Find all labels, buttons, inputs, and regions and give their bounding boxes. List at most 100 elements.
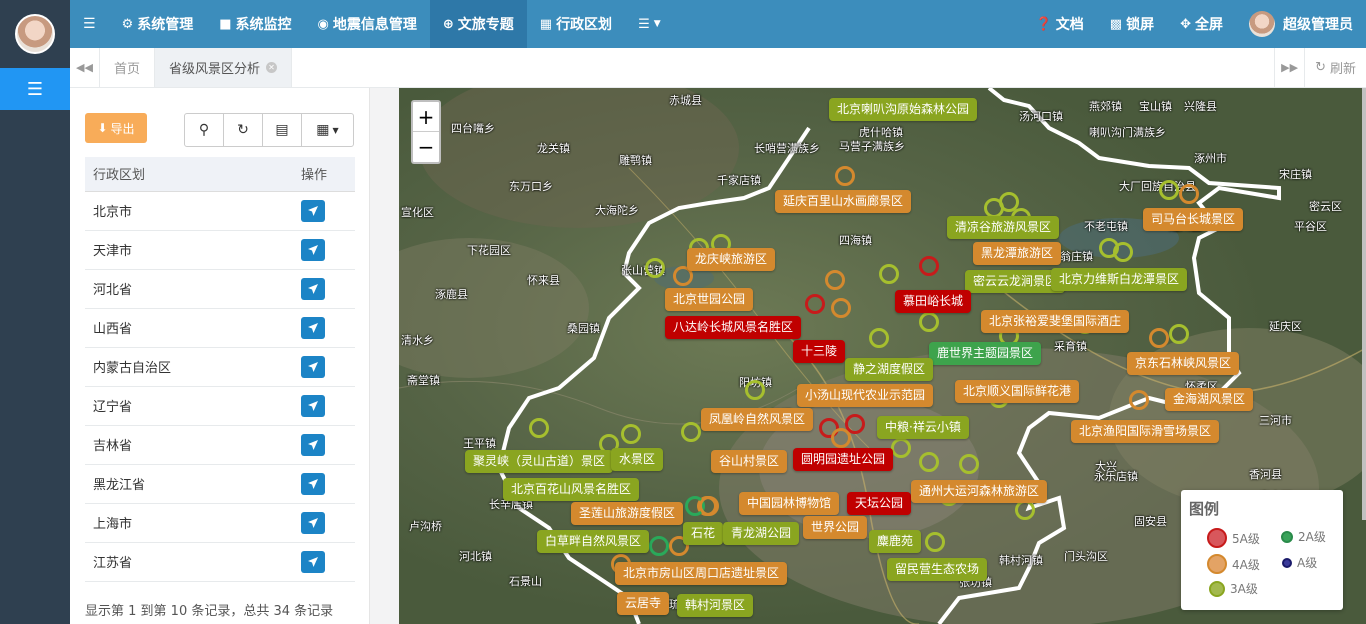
scenic-area-label[interactable]: 黑龙潭旅游区: [973, 242, 1062, 265]
nav-item-system-admin[interactable]: ⚙ 系统管理: [109, 0, 207, 48]
locate-button[interactable]: [301, 199, 325, 222]
export-button[interactable]: ⬇ 导出: [85, 113, 147, 143]
scenic-area-label[interactable]: 水景区: [611, 448, 664, 471]
locate-button[interactable]: [301, 433, 325, 456]
scenic-marker[interactable]: [649, 536, 669, 556]
scenic-area-label[interactable]: 聚灵峡（灵山古道）景区: [465, 450, 614, 473]
scenic-marker[interactable]: [529, 418, 549, 438]
zoom-out-button[interactable]: −: [413, 132, 439, 162]
scenic-marker[interactable]: [984, 198, 1004, 218]
nav-item-admin-division[interactable]: ▦ 行政区划: [527, 0, 625, 48]
scenic-area-label[interactable]: 小汤山现代农业示范园: [797, 384, 934, 407]
scenic-area-label[interactable]: 金海湖风景区: [1165, 388, 1254, 411]
scenic-area-label[interactable]: 延庆百里山水画廊景区: [775, 190, 912, 213]
nav-toggle-button[interactable]: ☰: [70, 0, 109, 48]
scenic-marker[interactable]: [825, 270, 845, 290]
table-refresh-button[interactable]: ↻: [224, 114, 263, 146]
scenic-area-label[interactable]: 白草畔自然风景区: [537, 530, 650, 553]
scenic-marker[interactable]: [831, 428, 851, 448]
scenic-marker[interactable]: [1169, 324, 1189, 344]
scenic-area-label[interactable]: 司马台长城景区: [1143, 208, 1244, 231]
scenic-area-label[interactable]: 北京喇叭沟原始森林公园: [829, 98, 978, 121]
toggle-view-button[interactable]: ▤: [263, 114, 302, 146]
scenic-area-label[interactable]: 凤凰岭自然风景区: [701, 408, 814, 431]
tabs-scroll-right-button[interactable]: ▶▶: [1274, 48, 1304, 87]
scenic-marker[interactable]: [919, 312, 939, 332]
scenic-marker[interactable]: [891, 438, 911, 458]
column-header-region[interactable]: 行政区划: [85, 157, 293, 192]
scenic-area-label[interactable]: 中粮·祥云小镇: [877, 416, 969, 439]
scenic-area-label[interactable]: 龙庆峡旅游区: [687, 248, 776, 271]
tab-home[interactable]: 首页: [100, 48, 156, 87]
scenic-marker[interactable]: [1113, 242, 1133, 262]
scenic-area-label[interactable]: 圣莲山旅游度假区: [571, 502, 684, 525]
scenic-area-label[interactable]: 天坛公园: [847, 492, 912, 515]
scenic-marker[interactable]: [745, 380, 765, 400]
scenic-area-label[interactable]: 云居寺: [617, 592, 670, 615]
columns-button[interactable]: ▦ ▼: [302, 114, 353, 146]
nav-item-system-monitor[interactable]: ■ 系统监控: [206, 0, 304, 48]
scenic-marker[interactable]: [621, 424, 641, 444]
search-button[interactable]: ⚲: [185, 114, 224, 146]
scenic-area-label[interactable]: 麋鹿苑: [869, 530, 922, 553]
page-scrollbar[interactable]: [1362, 88, 1366, 520]
tabs-scroll-left-button[interactable]: ◀◀: [70, 48, 100, 87]
nav-item-earthquake[interactable]: ◉ 地震信息管理: [305, 0, 430, 48]
scenic-area-label[interactable]: 静之湖度假区: [845, 358, 934, 381]
scenic-area-label[interactable]: 北京渔阳国际滑雪场景区: [1071, 420, 1220, 443]
scenic-area-label[interactable]: 北京百花山风景名胜区: [503, 478, 640, 501]
scenic-marker[interactable]: [699, 496, 719, 516]
scenic-marker[interactable]: [645, 258, 665, 278]
scenic-marker[interactable]: [805, 294, 825, 314]
nav-fullscreen[interactable]: ✥ 全屏: [1167, 0, 1236, 48]
locate-button[interactable]: [301, 394, 325, 417]
tab-scenic-analysis[interactable]: 省级风景区分析 ✕: [155, 48, 293, 87]
sidebar-menu-button[interactable]: ☰: [0, 68, 70, 110]
locate-button[interactable]: [301, 511, 325, 534]
scenic-area-label[interactable]: 十三陵: [793, 340, 846, 363]
scenic-area-label[interactable]: 圆明园遗址公园: [793, 448, 894, 471]
scenic-area-label[interactable]: 中国园林博物馆: [739, 492, 840, 515]
scenic-marker[interactable]: [919, 256, 939, 276]
scenic-area-label[interactable]: 鹿世界主题园景区: [929, 342, 1042, 365]
scenic-marker[interactable]: [1159, 180, 1179, 200]
scenic-area-label[interactable]: 密云云龙涧景区: [965, 270, 1066, 293]
scenic-area-label[interactable]: 韩村河景区: [677, 594, 754, 617]
locate-button[interactable]: [301, 550, 325, 573]
nav-item-culture-tourism[interactable]: ⊕ 文旅专题: [429, 0, 527, 48]
scenic-area-label[interactable]: 北京顺义国际鲜花港: [955, 380, 1080, 403]
locate-button[interactable]: [301, 277, 325, 300]
avatar[interactable]: [15, 14, 55, 54]
scenic-area-label[interactable]: 北京力维斯白龙潭景区: [1051, 268, 1188, 291]
scenic-marker[interactable]: [959, 454, 979, 474]
scenic-area-label[interactable]: 谷山村景区: [711, 450, 788, 473]
scenic-area-label[interactable]: 京东石林峡风景区: [1127, 352, 1240, 375]
nav-lock-screen[interactable]: ▩ 锁屏: [1097, 0, 1167, 48]
nav-docs[interactable]: ❓ 文档: [1023, 0, 1097, 48]
scenic-marker[interactable]: [919, 452, 939, 472]
scenic-marker[interactable]: [1149, 328, 1169, 348]
nav-item-more[interactable]: ☰ ▼: [625, 0, 674, 48]
scenic-marker[interactable]: [869, 328, 889, 348]
scenic-marker[interactable]: [681, 422, 701, 442]
scenic-area-label[interactable]: 世界公园: [803, 516, 868, 539]
scenic-area-label[interactable]: 北京世园公园: [665, 288, 754, 311]
locate-button[interactable]: [301, 355, 325, 378]
locate-button[interactable]: [301, 472, 325, 495]
scenic-area-label[interactable]: 青龙湖公园: [723, 522, 800, 545]
nav-user-menu[interactable]: 超级管理员: [1236, 0, 1366, 48]
locate-button[interactable]: [301, 238, 325, 261]
scenic-area-label[interactable]: 慕田峪长城: [895, 290, 972, 313]
scenic-marker[interactable]: [835, 166, 855, 186]
scenic-area-label[interactable]: 留民营生态农场: [887, 558, 988, 581]
refresh-button[interactable]: ↻ 刷新: [1304, 48, 1366, 87]
scenic-marker[interactable]: [1129, 390, 1149, 410]
scenic-area-label[interactable]: 清凉谷旅游风景区: [947, 216, 1060, 239]
scenic-marker[interactable]: [1015, 500, 1035, 520]
scenic-area-label[interactable]: 北京张裕爱斐堡国际酒庄: [981, 310, 1130, 333]
close-icon[interactable]: ✕: [266, 62, 278, 73]
scenic-area-label[interactable]: 通州大运河森林旅游区: [911, 480, 1048, 503]
scenic-area-label[interactable]: 北京市房山区周口店遗址景区: [615, 562, 788, 585]
scenic-area-label[interactable]: 石花: [683, 522, 724, 545]
scenic-marker[interactable]: [831, 298, 851, 318]
